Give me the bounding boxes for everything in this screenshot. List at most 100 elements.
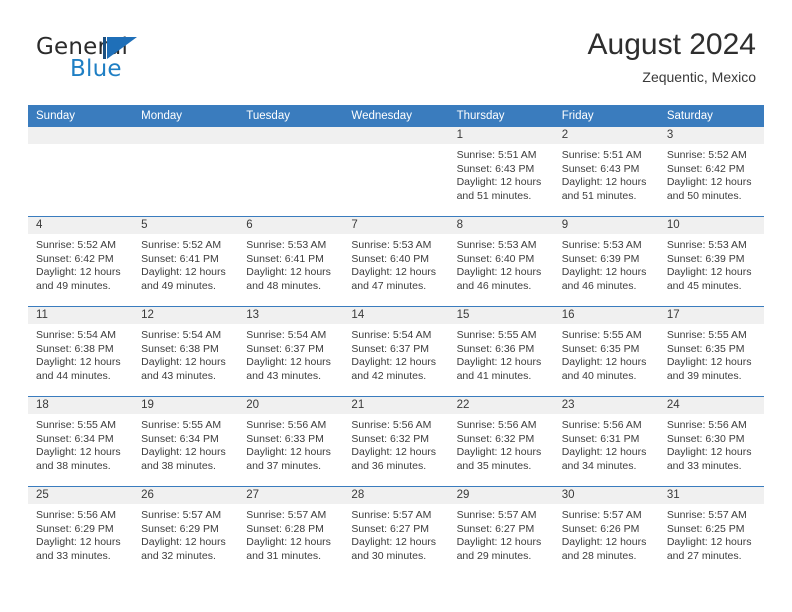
- brand-logo[interactable]: General Blue: [36, 34, 266, 90]
- day-detail-daylight-line1: Daylight: 12 hours: [36, 356, 121, 369]
- day-details: Sunrise: 5:55 AM Sunset: 6:34 PM Daylight:…: [28, 414, 133, 473]
- day-detail-sunset: Sunset: 6:27 PM: [456, 522, 535, 535]
- calendar-day-cell-empty: [343, 127, 449, 217]
- day-detail-daylight-line2: and 42 minutes.: [351, 369, 427, 382]
- day-details: Sunrise: 5:53 AM Sunset: 6:40 PM Daylight:…: [449, 234, 554, 293]
- calendar-day-cell[interactable]: 22 Sunrise: 5:56 AM Sunset: 6:32 PM Dayligh…: [448, 396, 554, 487]
- calendar-day-cell[interactable]: 17 Sunrise: 5:55 AM Sunset: 6:35 PM Dayligh…: [658, 306, 764, 397]
- weekday-header-wednesday: Wednesday: [343, 105, 449, 127]
- calendar-day-cell[interactable]: 13 Sunrise: 5:54 AM Sunset: 6:37 PM Dayligh…: [238, 306, 344, 397]
- calendar-day-cell[interactable]: 15 Sunrise: 5:55 AM Sunset: 6:36 PM Dayligh…: [448, 306, 554, 397]
- day-detail-daylight-line2: and 39 minutes.: [666, 369, 742, 382]
- calendar-day-cell[interactable]: 26 Sunrise: 5:57 AM Sunset: 6:29 PM Dayligh…: [133, 486, 239, 576]
- day-number: 8: [448, 217, 554, 234]
- calendar-day-cell[interactable]: 29 Sunrise: 5:57 AM Sunset: 6:27 PM Dayligh…: [448, 486, 554, 576]
- calendar-day-cell[interactable]: 16 Sunrise: 5:55 AM Sunset: 6:35 PM Dayligh…: [553, 306, 659, 397]
- calendar-day-cell[interactable]: 24 Sunrise: 5:56 AM Sunset: 6:30 PM Dayligh…: [658, 396, 764, 487]
- day-detail-daylight-line1: Daylight: 12 hours: [456, 266, 542, 279]
- day-number: 25: [28, 487, 134, 504]
- calendar-day-cell[interactable]: 10 Sunrise: 5:53 AM Sunset: 6:39 PM Dayligh…: [658, 216, 764, 307]
- day-details: [28, 144, 133, 149]
- day-detail-daylight-line2: and 40 minutes.: [561, 369, 637, 382]
- day-detail-sunrise: Sunrise: 5:57 AM: [561, 509, 642, 521]
- calendar-day-cell[interactable]: 28 Sunrise: 5:57 AM Sunset: 6:27 PM Dayligh…: [343, 486, 449, 576]
- day-detail-daylight-line2: and 51 minutes.: [561, 189, 637, 202]
- day-detail-sunset: Sunset: 6:35 PM: [666, 342, 745, 355]
- calendar-day-cell[interactable]: 4 Sunrise: 5:52 AM Sunset: 6:42 PM Daylight…: [28, 216, 134, 307]
- day-number: 29: [448, 487, 554, 504]
- calendar-day-cell[interactable]: 6 Sunrise: 5:53 AM Sunset: 6:41 PM Daylight…: [238, 216, 344, 307]
- page-title: August 2024: [587, 28, 756, 61]
- brand-name-blue: Blue: [70, 56, 122, 82]
- day-number: 14: [343, 307, 449, 324]
- calendar-day-cell[interactable]: 25 Sunrise: 5:56 AM Sunset: 6:29 PM Dayligh…: [28, 486, 134, 576]
- day-number: 20: [238, 397, 344, 414]
- weekday-header-tuesday: Tuesday: [238, 105, 344, 127]
- day-detail-sunrise: Sunrise: 5:53 AM: [666, 239, 747, 251]
- day-detail-sunset: Sunset: 6:26 PM: [561, 522, 640, 535]
- day-detail-sunset: Sunset: 6:36 PM: [456, 342, 535, 355]
- day-number: [343, 127, 449, 144]
- day-detail-sunrise: Sunrise: 5:56 AM: [351, 419, 432, 431]
- calendar-day-cell[interactable]: 3 Sunrise: 5:52 AM Sunset: 6:42 PM Daylight…: [658, 127, 764, 217]
- calendar-day-cell[interactable]: 8 Sunrise: 5:53 AM Sunset: 6:40 PM Daylight…: [448, 216, 554, 307]
- day-detail-sunrise: Sunrise: 5:57 AM: [666, 509, 747, 521]
- day-detail-daylight-line1: Daylight: 12 hours: [666, 446, 752, 459]
- day-detail-daylight-line2: and 30 minutes.: [351, 549, 427, 562]
- day-detail-sunrise: Sunrise: 5:53 AM: [351, 239, 432, 251]
- day-details: Sunrise: 5:57 AM Sunset: 6:27 PM Daylight:…: [343, 504, 448, 563]
- calendar-day-cell[interactable]: 7 Sunrise: 5:53 AM Sunset: 6:40 PM Daylight…: [343, 216, 449, 307]
- calendar-day-cell[interactable]: 11 Sunrise: 5:54 AM Sunset: 6:38 PM Dayligh…: [28, 306, 134, 397]
- title-block: August 2024 Zequentic, Mexico: [588, 26, 756, 88]
- calendar-day-cell[interactable]: 9 Sunrise: 5:53 AM Sunset: 6:39 PM Daylight…: [553, 216, 659, 307]
- day-detail-sunrise: Sunrise: 5:55 AM: [141, 419, 222, 431]
- day-detail-daylight-line1: Daylight: 12 hours: [666, 176, 752, 189]
- day-detail-sunset: Sunset: 6:25 PM: [666, 522, 745, 535]
- day-details: Sunrise: 5:52 AM Sunset: 6:42 PM Daylight:…: [28, 234, 133, 293]
- day-detail-sunset: Sunset: 6:41 PM: [141, 252, 219, 265]
- calendar-day-cell[interactable]: 31 Sunrise: 5:57 AM Sunset: 6:25 PM Dayligh…: [658, 486, 764, 576]
- day-detail-sunrise: Sunrise: 5:54 AM: [141, 329, 222, 341]
- day-detail-daylight-line1: Daylight: 12 hours: [666, 266, 752, 279]
- calendar-day-cell[interactable]: 18 Sunrise: 5:55 AM Sunset: 6:34 PM Dayligh…: [28, 396, 134, 487]
- calendar-day-cell-empty: [133, 127, 239, 217]
- day-detail-sunset: Sunset: 6:32 PM: [351, 432, 430, 445]
- day-details: [133, 144, 238, 149]
- calendar-day-cell[interactable]: 30 Sunrise: 5:57 AM Sunset: 6:26 PM Dayligh…: [553, 486, 659, 576]
- day-detail-sunrise: Sunrise: 5:52 AM: [141, 239, 222, 251]
- day-detail-sunset: Sunset: 6:31 PM: [561, 432, 640, 445]
- day-details: Sunrise: 5:57 AM Sunset: 6:26 PM Daylight:…: [554, 504, 659, 563]
- calendar-day-cell[interactable]: 23 Sunrise: 5:56 AM Sunset: 6:31 PM Dayligh…: [553, 396, 659, 487]
- day-number: 2: [553, 127, 659, 144]
- day-detail-daylight-line2: and 37 minutes.: [246, 459, 321, 472]
- day-detail-daylight-line2: and 38 minutes.: [141, 459, 216, 472]
- calendar-day-cell[interactable]: 1 Sunrise: 5:51 AM Sunset: 6:43 PM Daylight…: [448, 127, 554, 217]
- day-detail-sunrise: Sunrise: 5:52 AM: [36, 239, 116, 251]
- day-detail-sunset: Sunset: 6:34 PM: [36, 432, 114, 445]
- day-detail-sunrise: Sunrise: 5:56 AM: [666, 419, 747, 431]
- day-details: Sunrise: 5:56 AM Sunset: 6:29 PM Daylight:…: [28, 504, 133, 563]
- day-detail-daylight-line2: and 28 minutes.: [561, 549, 637, 562]
- day-details: Sunrise: 5:53 AM Sunset: 6:39 PM Daylight:…: [554, 234, 659, 293]
- calendar-day-cell[interactable]: 12 Sunrise: 5:54 AM Sunset: 6:38 PM Dayligh…: [133, 306, 239, 397]
- day-detail-sunset: Sunset: 6:27 PM: [351, 522, 430, 535]
- day-detail-sunrise: Sunrise: 5:56 AM: [36, 509, 116, 521]
- calendar-day-cell[interactable]: 27 Sunrise: 5:57 AM Sunset: 6:28 PM Dayligh…: [238, 486, 344, 576]
- day-detail-sunset: Sunset: 6:30 PM: [666, 432, 745, 445]
- day-details: Sunrise: 5:57 AM Sunset: 6:25 PM Daylight:…: [659, 504, 764, 563]
- day-detail-sunset: Sunset: 6:28 PM: [246, 522, 324, 535]
- day-detail-daylight-line1: Daylight: 12 hours: [36, 446, 121, 459]
- day-details: Sunrise: 5:53 AM Sunset: 6:39 PM Daylight:…: [659, 234, 764, 293]
- day-detail-sunrise: Sunrise: 5:57 AM: [456, 509, 537, 521]
- calendar-day-cell[interactable]: 21 Sunrise: 5:56 AM Sunset: 6:32 PM Dayligh…: [343, 396, 449, 487]
- calendar-day-cell[interactable]: 5 Sunrise: 5:52 AM Sunset: 6:41 PM Daylight…: [133, 216, 239, 307]
- day-number: [133, 127, 239, 144]
- calendar-day-cell-empty: [28, 127, 134, 217]
- calendar-day-cell[interactable]: 19 Sunrise: 5:55 AM Sunset: 6:34 PM Dayligh…: [133, 396, 239, 487]
- calendar-day-cell[interactable]: 2 Sunrise: 5:51 AM Sunset: 6:43 PM Daylight…: [553, 127, 659, 217]
- day-detail-daylight-line2: and 49 minutes.: [141, 279, 216, 292]
- day-detail-sunrise: Sunrise: 5:57 AM: [351, 509, 432, 521]
- calendar-day-cell[interactable]: 14 Sunrise: 5:54 AM Sunset: 6:37 PM Dayligh…: [343, 306, 449, 397]
- day-detail-daylight-line2: and 51 minutes.: [456, 189, 532, 202]
- calendar-day-cell[interactable]: 20 Sunrise: 5:56 AM Sunset: 6:33 PM Dayligh…: [238, 396, 344, 487]
